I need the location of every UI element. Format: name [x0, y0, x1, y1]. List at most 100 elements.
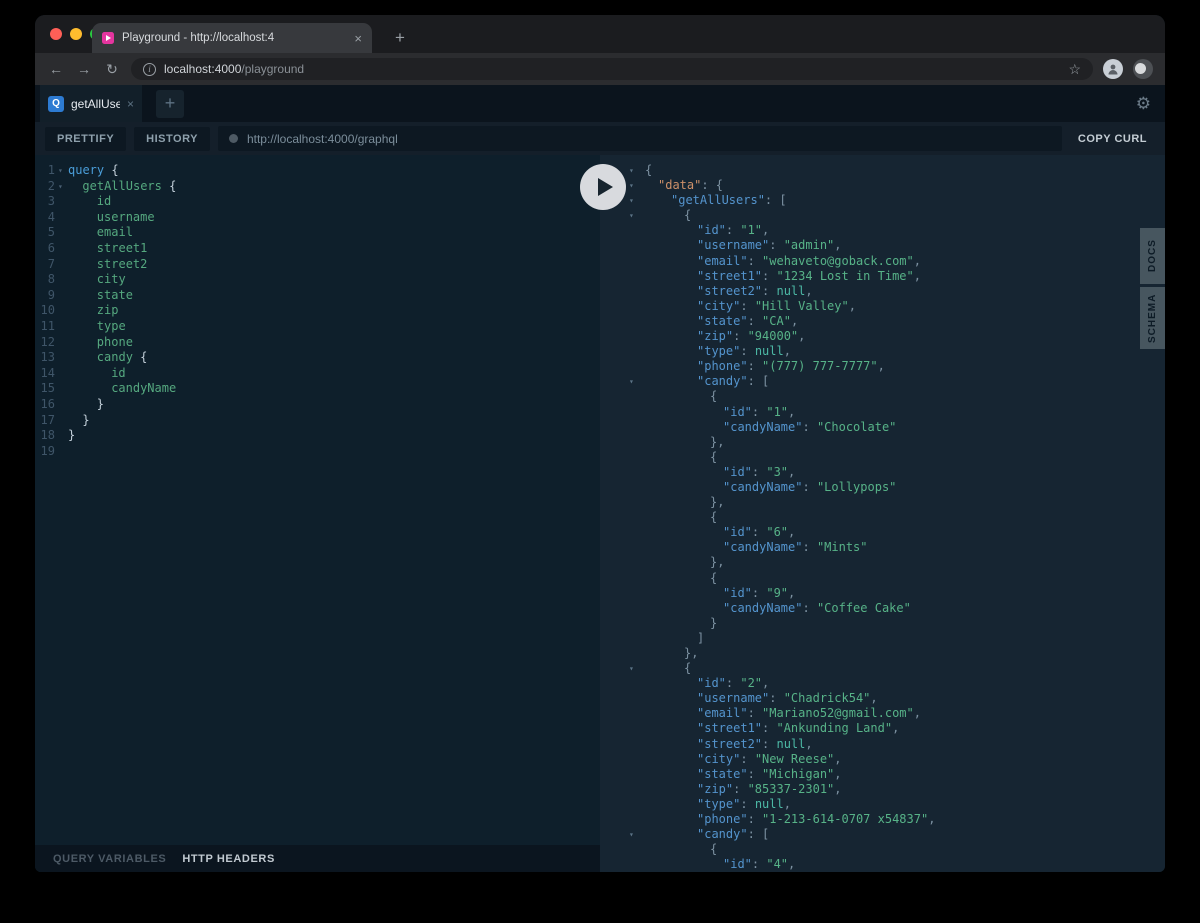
token: : [748, 706, 762, 720]
editor-line[interactable]: 4username [35, 210, 600, 226]
token: "data" [658, 178, 701, 192]
result-line: ▾"getAllUsers": [ [600, 193, 1165, 208]
result-line: { [600, 389, 1165, 404]
result-line: "phone": "(777) 777-7777", [600, 359, 1165, 374]
token: , [784, 344, 791, 358]
session-tab-getallusers[interactable]: Q getAllUsers × [40, 85, 142, 122]
result-line: { [600, 842, 1165, 857]
result-line: "email": "Mariano52@gmail.com", [600, 706, 1165, 721]
browser-tab-close-icon[interactable]: × [354, 31, 362, 46]
result-line: ▾"candy": [ [600, 827, 1165, 842]
fold-arrow-icon[interactable]: ▾ [629, 661, 634, 676]
editor-line[interactable]: 11type [35, 319, 600, 335]
docs-side-tab[interactable]: DOCS [1140, 228, 1165, 284]
fold-arrow-icon[interactable]: ▾ [629, 178, 634, 193]
copy-curl-button[interactable]: COPY CURL [1070, 133, 1155, 145]
code-text: city [68, 272, 126, 286]
site-info-icon[interactable]: i [143, 63, 156, 76]
fold-arrow-icon[interactable]: ▾ [629, 163, 634, 178]
token: { [710, 510, 717, 524]
browser-tab[interactable]: Playground - http://localhost:4 × [92, 23, 372, 53]
browser-new-tab-button[interactable]: + [387, 25, 413, 51]
profile-avatar[interactable] [1103, 59, 1123, 79]
fold-arrow-icon[interactable]: ▾ [629, 193, 634, 208]
editor-line[interactable]: 18} [35, 428, 600, 444]
editor-line[interactable]: 3id [35, 194, 600, 210]
code-text: id [68, 194, 111, 208]
token: id [111, 366, 125, 380]
token: }, [684, 646, 698, 660]
token: : [752, 405, 766, 419]
result-line: "state": "CA", [600, 314, 1165, 329]
result-line: }, [600, 495, 1165, 510]
editor-line[interactable]: 15candyName [35, 381, 600, 397]
query-editor[interactable]: 1▾query {2▾getAllUsers {3id4username5ema… [35, 155, 600, 872]
result-line: "id": "6", [600, 525, 1165, 540]
editor-line[interactable]: 5email [35, 225, 600, 241]
editor-line[interactable]: 16} [35, 397, 600, 413]
fold-arrow-icon[interactable]: ▾ [629, 374, 634, 389]
line-number: 8 [35, 272, 55, 288]
back-icon[interactable]: ← [47, 61, 65, 77]
result-line: "street2": null, [600, 284, 1165, 299]
editor-line[interactable]: 8 city [35, 272, 600, 288]
token: "username" [697, 238, 769, 252]
browser-profile-icon[interactable] [1133, 59, 1153, 79]
new-session-button[interactable]: + [156, 90, 184, 118]
editor-line[interactable]: 17} [35, 413, 600, 429]
token: : [762, 721, 776, 735]
query-variables-tab[interactable]: QUERY VARIABLES [53, 853, 166, 865]
token: , [788, 525, 795, 539]
fold-arrow-icon[interactable]: ▾ [629, 208, 634, 223]
editor-line[interactable]: 6street1 [35, 241, 600, 257]
editor-line[interactable]: 10zip [35, 303, 600, 319]
browser-titlebar: Playground - http://localhost:4 × + [35, 15, 1165, 53]
token: : [726, 223, 740, 237]
fold-arrow-icon[interactable]: ▾ [58, 179, 63, 195]
http-headers-tab[interactable]: HTTP HEADERS [182, 853, 275, 865]
token: street2 [97, 257, 148, 271]
playground-toolbar: PRETTIFY HISTORY http://localhost:4000/g… [35, 122, 1165, 155]
token: getAllUsers [82, 179, 169, 193]
line-number: 17 [35, 413, 55, 429]
token: "candy" [697, 374, 748, 388]
token: "id" [723, 465, 752, 479]
editor-line[interactable]: 13candy { [35, 350, 600, 366]
minimize-window-button[interactable] [70, 28, 82, 40]
token: { [684, 208, 691, 222]
token: : [748, 767, 762, 781]
token: , [914, 269, 921, 283]
bookmark-star-icon[interactable]: ☆ [1068, 61, 1081, 78]
prettify-button[interactable]: PRETTIFY [45, 127, 126, 151]
token: } [710, 616, 717, 630]
editor-line[interactable]: 7street2 [35, 257, 600, 273]
result-line: "street1": "1234 Lost in Time", [600, 269, 1165, 284]
session-tab-close-icon[interactable]: × [127, 97, 134, 111]
editor-line[interactable]: 19 [35, 444, 600, 460]
fold-arrow-icon[interactable]: ▾ [58, 163, 63, 179]
address-bar[interactable]: i localhost:4000/playground ☆ [131, 58, 1093, 80]
browser-urlbar: ← → ↻ i localhost:4000/playground ☆ [35, 53, 1165, 85]
settings-gear-icon[interactable]: ⚙ [1136, 94, 1151, 114]
execute-query-button[interactable] [580, 164, 626, 210]
editor-line[interactable]: 12phone [35, 335, 600, 351]
token: "Lollypops" [817, 480, 896, 494]
schema-side-tab[interactable]: SCHEMA [1140, 287, 1165, 349]
fold-arrow-icon[interactable]: ▾ [629, 827, 634, 842]
endpoint-input[interactable]: http://localhost:4000/graphql [218, 126, 1062, 151]
editor-line[interactable]: 9state [35, 288, 600, 304]
line-number: 4 [35, 210, 55, 226]
forward-icon[interactable]: → [75, 61, 93, 77]
history-button[interactable]: HISTORY [134, 127, 210, 151]
token: candy [97, 350, 140, 364]
editor-line[interactable]: 2▾getAllUsers { [35, 179, 600, 195]
token: "94000" [748, 329, 799, 343]
editor-line[interactable]: 1▾query { [35, 163, 600, 179]
token: "Hill Valley" [755, 299, 849, 313]
editor-line[interactable]: 14id [35, 366, 600, 382]
token: phone [97, 335, 133, 349]
result-line: "city": "New Reese", [600, 752, 1165, 767]
result-line: "id": "4", [600, 857, 1165, 872]
reload-icon[interactable]: ↻ [103, 61, 121, 78]
close-window-button[interactable] [50, 28, 62, 40]
